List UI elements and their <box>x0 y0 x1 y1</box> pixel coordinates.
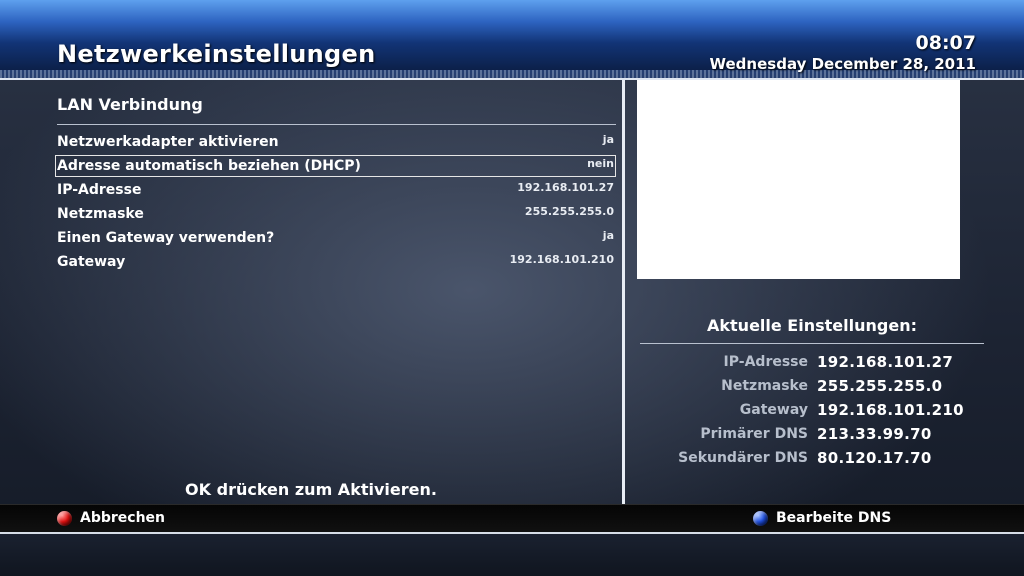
current-row-netmask: Netzmaske 255.255.255.0 <box>640 376 984 400</box>
current-key: Gateway <box>739 402 808 418</box>
footer-background <box>0 534 1024 576</box>
blue-button-icon <box>753 510 768 526</box>
setting-row-dhcp[interactable]: Adresse automatisch beziehen (DHCP) nein <box>55 155 616 177</box>
tv-preview-window <box>637 80 960 279</box>
clock: 08:07 <box>915 32 976 54</box>
current-key: Primärer DNS <box>700 426 808 442</box>
page-title: Netzwerkeinstellungen <box>57 40 376 68</box>
setting-label: Netzmaske <box>57 206 144 222</box>
current-settings-title: Aktuelle Einstellungen: <box>707 316 917 335</box>
settings-list: Netzwerkadapter aktivieren ja Adresse au… <box>55 131 616 275</box>
setting-label: IP-Adresse <box>57 182 142 198</box>
date: Wednesday December 28, 2011 <box>709 55 977 73</box>
current-key: IP-Adresse <box>723 354 808 370</box>
edit-dns-button-label: Bearbeite DNS <box>776 510 892 526</box>
current-value: 192.168.101.210 <box>817 401 964 419</box>
setting-row-use-gateway[interactable]: Einen Gateway verwenden? ja <box>55 227 616 249</box>
current-value: 192.168.101.27 <box>817 353 954 371</box>
current-settings-divider <box>640 343 984 344</box>
setting-row-netmask[interactable]: Netzmaske 255.255.255.0 <box>55 203 616 225</box>
red-button-icon <box>57 510 72 526</box>
setting-label: Gateway <box>57 254 126 270</box>
setting-value: 192.168.101.210 <box>509 253 614 266</box>
current-row-gateway: Gateway 192.168.101.210 <box>640 400 984 424</box>
current-value: 213.33.99.70 <box>817 425 932 443</box>
section-title-lan: LAN Verbindung <box>57 95 203 114</box>
current-row-primary-dns: Primärer DNS 213.33.99.70 <box>640 424 984 448</box>
current-value: 255.255.255.0 <box>817 377 943 395</box>
setting-label: Einen Gateway verwenden? <box>57 230 275 246</box>
setting-label: Adresse automatisch beziehen (DHCP) <box>57 158 361 174</box>
setting-value: nein <box>587 157 614 170</box>
cancel-button-label: Abbrechen <box>80 510 166 526</box>
current-row-secondary-dns: Sekundärer DNS 80.120.17.70 <box>640 448 984 472</box>
current-settings-list: IP-Adresse 192.168.101.27 Netzmaske 255.… <box>640 352 984 472</box>
setting-value: 192.168.101.27 <box>517 181 614 194</box>
edit-dns-button[interactable]: Bearbeite DNS <box>753 509 891 527</box>
setting-value: ja <box>602 133 614 146</box>
setting-value: 255.255.255.0 <box>524 205 614 218</box>
setting-row-adapter[interactable]: Netzwerkadapter aktivieren ja <box>55 131 616 153</box>
setting-value: ja <box>602 229 614 242</box>
ok-hint: OK drücken zum Aktivieren. <box>185 480 437 499</box>
setting-row-ip[interactable]: IP-Adresse 192.168.101.27 <box>55 179 616 201</box>
cancel-button[interactable]: Abbrechen <box>57 509 165 527</box>
current-key: Netzmaske <box>721 378 808 394</box>
current-key: Sekundärer DNS <box>678 450 808 466</box>
panel-divider <box>622 80 625 504</box>
current-row-ip: IP-Adresse 192.168.101.27 <box>640 352 984 376</box>
current-value: 80.120.17.70 <box>817 449 932 467</box>
section-divider <box>57 124 616 125</box>
setting-label: Netzwerkadapter aktivieren <box>57 134 279 150</box>
setting-row-gateway[interactable]: Gateway 192.168.101.210 <box>55 251 616 273</box>
